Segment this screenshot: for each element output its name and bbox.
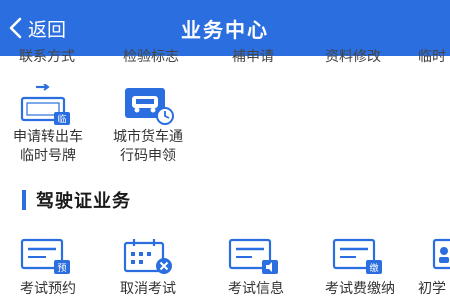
learner-icon bbox=[432, 238, 450, 270]
service-label-line2: 临时号牌 bbox=[20, 148, 76, 164]
service-temp-plate-transfer[interactable]: 临 申请转出车 临时号牌 bbox=[0, 78, 96, 168]
page-title: 业务中心 bbox=[181, 18, 269, 42]
service-learner[interactable]: 初学 bbox=[416, 234, 450, 300]
service-exam-booking[interactable]: 预 考试预约 bbox=[0, 234, 96, 300]
service-exam-fee[interactable]: 缴 考试费缴纳 bbox=[310, 234, 410, 300]
service-label-inspection-mark[interactable]: 检验标志 bbox=[116, 48, 186, 64]
service-label-line1: 申请转出车 bbox=[13, 129, 83, 145]
service-label-line1: 城市货车通 bbox=[113, 129, 183, 145]
business-center-screen: 返回 业务中心 联系方式 检验标志 補申请 资料修改 临时 临 申请转出车 临时… bbox=[0, 0, 450, 300]
service-label: 考试费缴纳 bbox=[325, 281, 395, 297]
truck-pass-code-icon bbox=[125, 88, 174, 125]
service-cancel-exam[interactable]: 取消考试 bbox=[100, 234, 196, 300]
section-accent-bar bbox=[22, 190, 26, 210]
exam-booking-icon: 预 bbox=[20, 238, 70, 274]
booking-badge: 预 bbox=[57, 263, 66, 274]
section-title: 驾驶证业务 bbox=[36, 191, 131, 212]
driver-license-section-header: 驾驶证业务 bbox=[22, 186, 131, 214]
service-label-reapply[interactable]: 補申请 bbox=[218, 48, 288, 64]
service-label-line2: 行码申领 bbox=[120, 148, 176, 164]
service-exam-info[interactable]: 考试信息 bbox=[208, 234, 304, 300]
cancel-exam-calendar-icon bbox=[123, 239, 172, 274]
service-label: 考试预约 bbox=[20, 281, 76, 297]
exam-info-icon bbox=[228, 238, 278, 274]
temp-plate-badge: 临 bbox=[57, 113, 66, 125]
previous-row-labels: 联系方式 检验标志 補申请 资料修改 临时 bbox=[0, 44, 450, 64]
service-label: 取消考试 bbox=[120, 281, 176, 297]
service-label-contact[interactable]: 联系方式 bbox=[12, 48, 82, 64]
fee-badge: 缴 bbox=[369, 262, 378, 274]
license-plate-transfer-icon: 临 bbox=[20, 84, 70, 125]
exam-fee-payment-icon: 缴 bbox=[332, 238, 382, 274]
service-label: 考试信息 bbox=[228, 281, 284, 297]
service-label-info-change[interactable]: 资料修改 bbox=[318, 48, 388, 64]
service-label: 初学 bbox=[418, 281, 446, 297]
service-truck-pass-code[interactable]: 城市货车通 行码申领 bbox=[100, 78, 196, 168]
service-label-temporary[interactable]: 临时 bbox=[418, 48, 450, 64]
